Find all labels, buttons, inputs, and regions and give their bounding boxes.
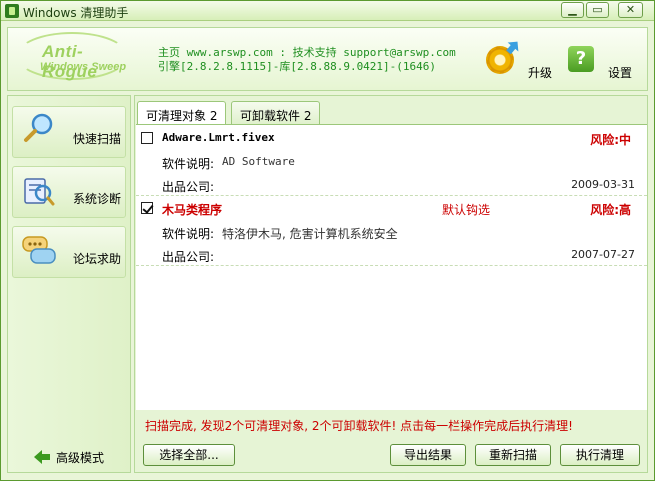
sidebar-item-label: 快速扫描 xyxy=(72,132,121,146)
entry-company-row: 出品公司: 2009-03-31 xyxy=(136,174,647,196)
main-panel: 可清理对象 2 可卸载软件 2 Adware.Lmrt.fivex 风险:中 软… xyxy=(134,95,648,473)
arrow-left-icon xyxy=(34,450,50,464)
upgrade-label: 升级 xyxy=(528,66,553,80)
rescan-button[interactable]: 重新扫描 xyxy=(475,444,551,466)
entry-checkbox[interactable] xyxy=(141,202,153,214)
description-value: AD Software xyxy=(222,155,295,168)
tab-bar: 可清理对象 2 可卸载软件 2 xyxy=(135,99,647,126)
sidebar-item-label: 论坛求助 xyxy=(72,252,121,266)
entry-checkbox[interactable] xyxy=(141,132,153,144)
app-window: Windows 清理助手 ▁ ▭ ✕ Anti-Rogue Windows Sw… xyxy=(0,0,655,481)
company-key: 出品公司: xyxy=(162,250,215,264)
execute-clean-button[interactable]: 执行清理 xyxy=(560,444,640,466)
header-banner: Anti-Rogue Windows Sweep 主页 www.arswp.co… xyxy=(7,27,648,91)
window-title: Windows 清理助手 xyxy=(23,6,129,20)
chat-bubble-icon xyxy=(22,236,56,264)
sidebar: 快速扫描 系统诊断 论坛求助 高级模式 xyxy=(7,95,131,473)
upgrade-arrow-icon xyxy=(506,41,519,54)
sidebar-item-diagnosis[interactable]: 系统诊断 xyxy=(12,166,126,218)
title-bar[interactable]: Windows 清理助手 ▁ ▭ ✕ xyxy=(1,1,654,21)
sidebar-item-label: 系统诊断 xyxy=(72,192,121,206)
entry-description-row: 软件说明: 特洛伊木马, 危害计算机系统安全 xyxy=(136,221,647,243)
description-key: 软件说明: xyxy=(162,227,215,241)
select-all-button[interactable]: 选择全部... xyxy=(143,444,235,466)
upgrade-button[interactable]: 升级 xyxy=(486,40,556,84)
maximize-button[interactable]: ▭ xyxy=(586,2,609,18)
help-icon: ? xyxy=(568,46,594,72)
entry-description-row: 软件说明: AD Software xyxy=(136,151,647,173)
engine-version: 引擎[2.8.2.8.1115]-库[2.8.88.9.0421]-(1646) xyxy=(158,60,437,73)
sidebar-item-quick-scan[interactable]: 快速扫描 xyxy=(12,106,126,158)
tab-cleanable-objects[interactable]: 可清理对象 2 xyxy=(137,101,227,126)
status-message: 扫描完成, 发现2个可清理对象, 2个可卸载软件! 点击每一栏操作完成后执行清理… xyxy=(145,419,573,433)
description-value: 特洛伊木马, 危害计算机系统安全 xyxy=(222,227,398,241)
risk-level: 风险:中 xyxy=(590,133,631,147)
company-key: 出品公司: xyxy=(162,180,215,194)
entry-company-row: 出品公司: 2007-07-27 xyxy=(136,244,647,266)
sidebar-item-forum-help[interactable]: 论坛求助 xyxy=(12,226,126,278)
close-button[interactable]: ✕ xyxy=(618,2,643,18)
diagnosis-icon xyxy=(24,178,55,206)
magnifier-icon xyxy=(24,113,53,142)
app-icon xyxy=(5,4,19,18)
maximize-icon: ▭ xyxy=(592,3,603,16)
entry-name: Adware.Lmrt.fivex xyxy=(162,131,275,144)
logo-subtitle: Windows Sweep xyxy=(40,61,127,73)
entry-date: 2007-07-27 xyxy=(571,248,635,261)
settings-label: 设置 xyxy=(608,66,633,80)
description-key: 软件说明: xyxy=(162,157,215,171)
entry-header-row[interactable]: 木马类程序 默认钩选 风险:高 xyxy=(136,197,647,219)
export-results-button[interactable]: 导出结果 xyxy=(390,444,466,466)
advanced-mode-label: 高级模式 xyxy=(56,451,105,465)
settings-button[interactable]: ? 设置 xyxy=(568,40,638,84)
logo: Anti-Rogue Windows Sweep xyxy=(16,30,134,86)
close-icon: ✕ xyxy=(625,3,636,16)
minimize-icon: ▁ xyxy=(568,3,577,16)
entry-date: 2009-03-31 xyxy=(571,178,635,191)
tab-uninstallable-software[interactable]: 可卸载软件 2 xyxy=(231,101,321,125)
entry-name: 木马类程序 xyxy=(162,203,223,217)
risk-level: 风险:高 xyxy=(590,203,631,217)
result-list: Adware.Lmrt.fivex 风险:中 软件说明: AD Software… xyxy=(136,124,647,410)
minimize-button[interactable]: ▁ xyxy=(561,2,584,18)
entry-header-row[interactable]: Adware.Lmrt.fivex 风险:中 xyxy=(136,127,647,149)
default-checked-note: 默认钩选 xyxy=(442,203,491,217)
